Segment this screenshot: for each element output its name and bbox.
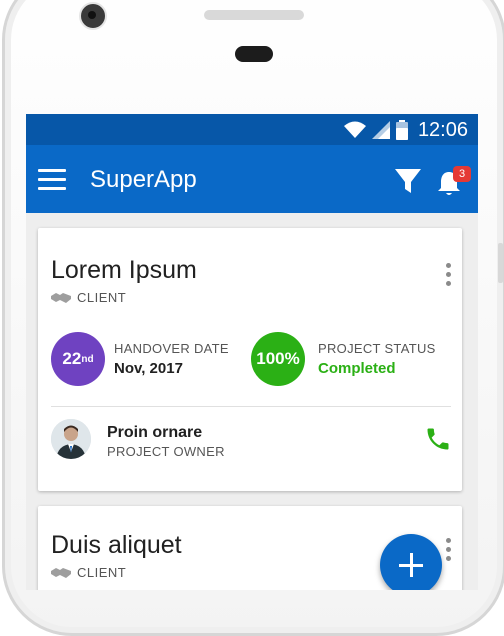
- handover-day: 22: [62, 349, 82, 368]
- project-title: Lorem Ipsum: [51, 256, 197, 284]
- wifi-icon: [343, 121, 366, 138]
- handover-date-label: HANDOVER DATE: [114, 341, 229, 356]
- handover-date-value: Nov, 2017: [114, 360, 183, 377]
- card-divider: [51, 406, 451, 407]
- proximity-sensor: [235, 46, 273, 62]
- add-icon: [399, 553, 423, 577]
- project-status-percent: 100%: [256, 349, 300, 368]
- add-button[interactable]: [380, 534, 442, 590]
- project-status-value: Completed: [318, 360, 396, 377]
- volume-button: [498, 243, 503, 283]
- more-vert-icon[interactable]: [442, 263, 454, 293]
- phone-icon[interactable]: [424, 425, 452, 453]
- avatar: [51, 419, 91, 459]
- app-title: SuperApp: [90, 166, 197, 193]
- filter-icon[interactable]: [394, 167, 422, 195]
- front-camera: [79, 2, 107, 30]
- notifications-button[interactable]: 3: [436, 166, 471, 197]
- app-bar: SuperApp 3: [26, 145, 478, 213]
- client-label: CLIENT: [77, 565, 127, 580]
- client-row: CLIENT: [51, 565, 126, 580]
- status-bar: 12:06: [26, 114, 478, 145]
- owner-name: Proin ornare: [107, 424, 203, 441]
- handshake-icon: [51, 292, 71, 303]
- signal-icon: [371, 121, 390, 139]
- notification-badge: 3: [453, 166, 471, 182]
- handshake-icon: [51, 567, 71, 578]
- more-vert-icon[interactable]: [442, 538, 454, 568]
- earpiece-speaker: [204, 10, 304, 20]
- project-status-circle: 100%: [251, 332, 305, 386]
- project-status-label: PROJECT STATUS: [318, 341, 436, 356]
- project-title: Duis aliquet: [51, 531, 182, 559]
- clock: 12:06: [417, 118, 468, 141]
- handover-day-circle: 22nd: [51, 332, 105, 386]
- battery-icon: [395, 120, 408, 140]
- owner-role: PROJECT OWNER: [107, 444, 225, 459]
- handover-day-suffix: nd: [81, 353, 94, 365]
- project-card[interactable]: Lorem Ipsum CLIENT 22nd HANDOVER DATE No…: [38, 228, 462, 491]
- client-label: CLIENT: [77, 290, 127, 305]
- menu-icon[interactable]: [38, 169, 66, 190]
- client-row: CLIENT: [51, 290, 126, 305]
- app-screen: 12:06 SuperApp 3 Lorem Ipsum CLIENT 22nd: [26, 114, 478, 590]
